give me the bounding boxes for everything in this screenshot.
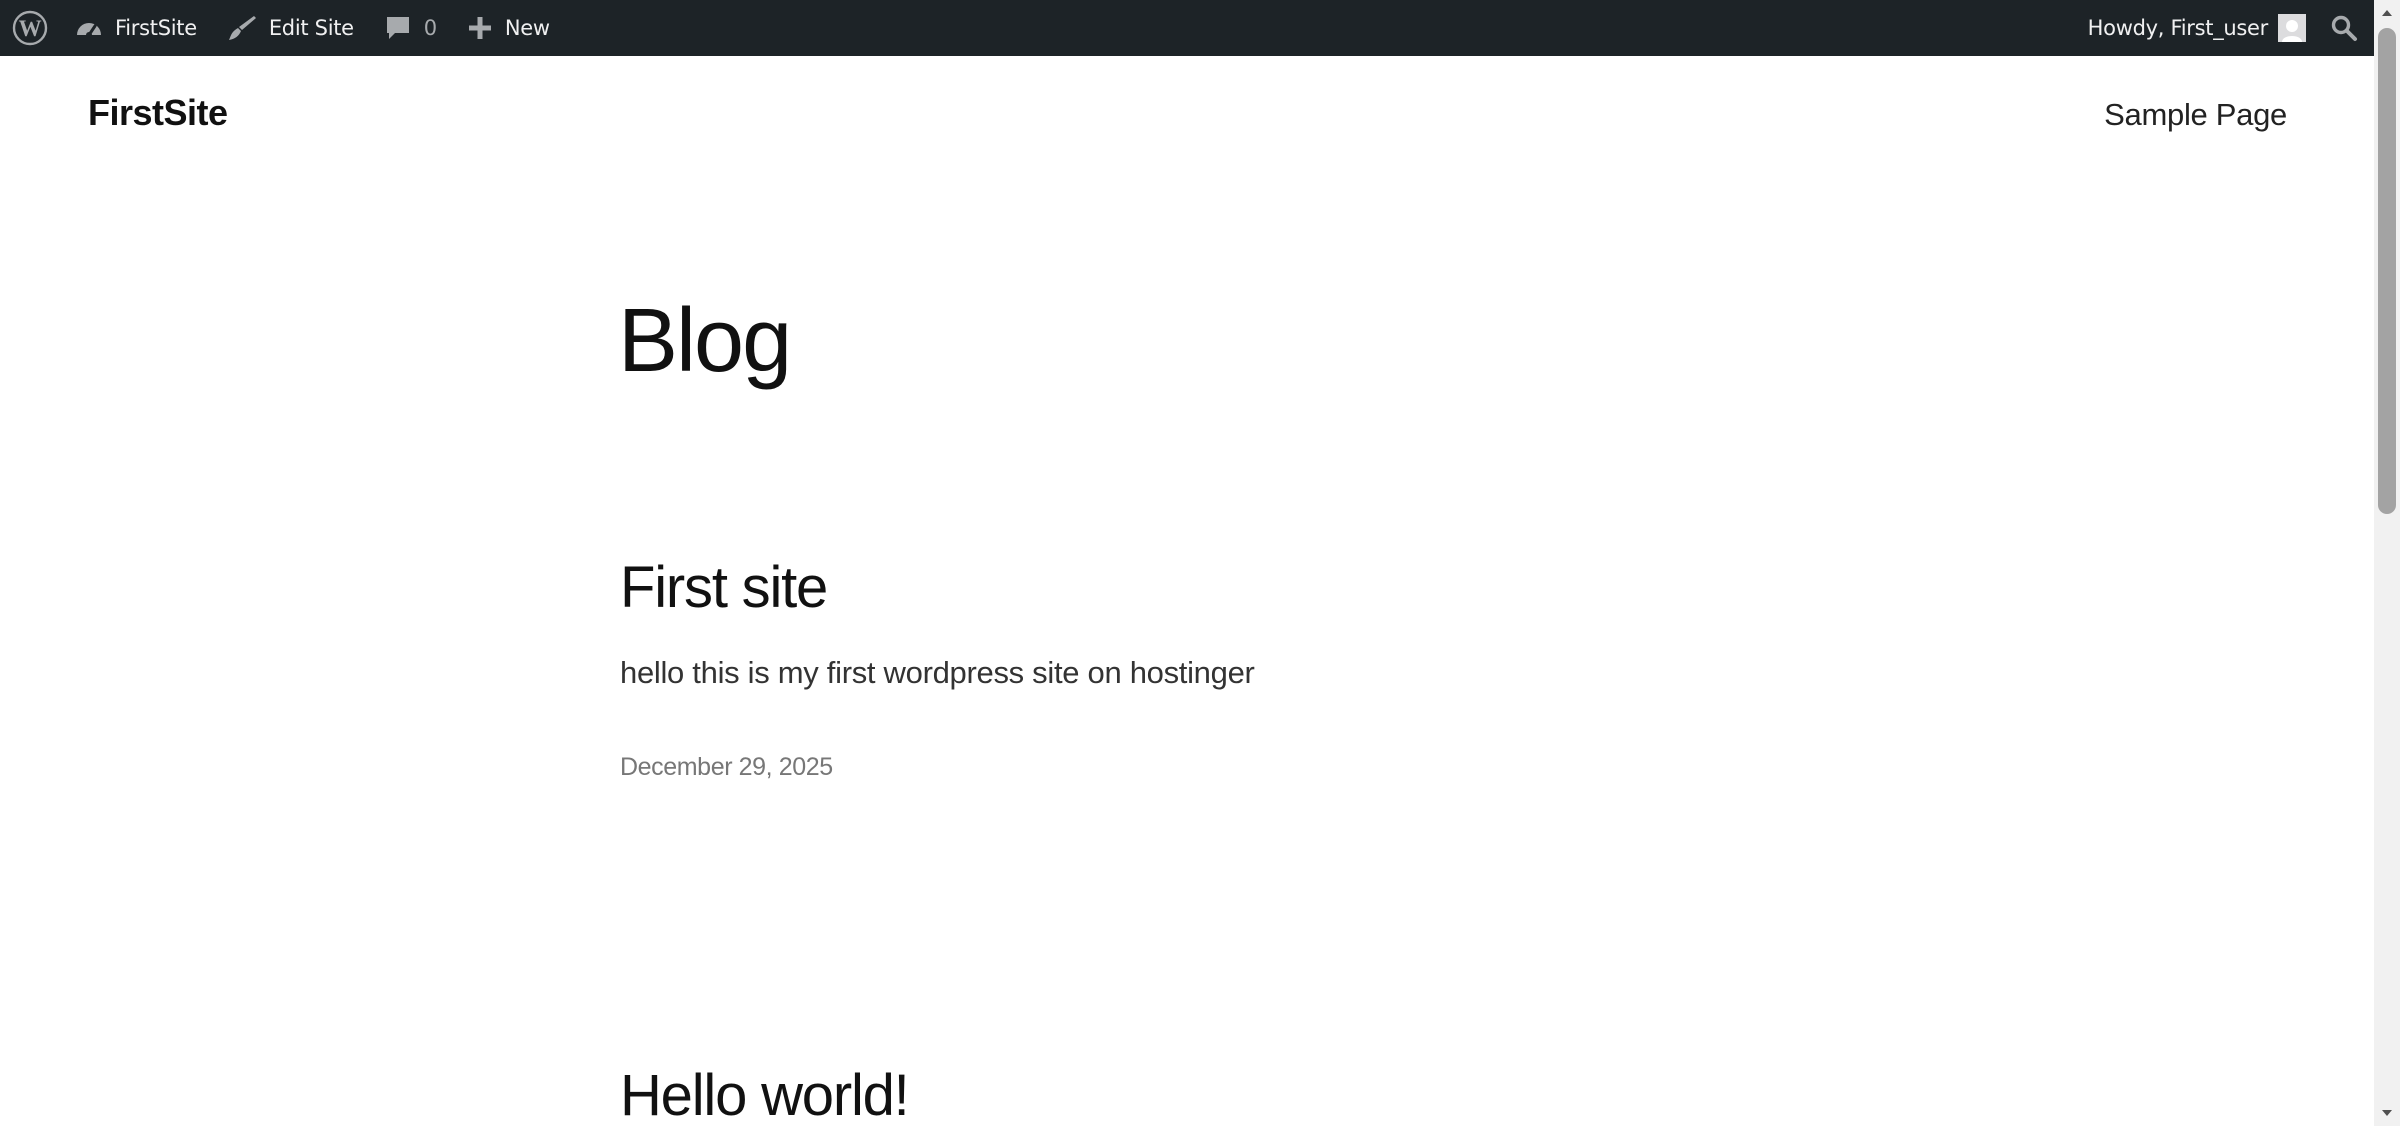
brush-icon <box>227 14 257 42</box>
vertical-scrollbar[interactable] <box>2374 0 2400 1126</box>
site-name-label: FirstSite <box>115 16 197 40</box>
post-excerpt: hello this is my first wordpress site on… <box>620 655 1255 690</box>
admin-bar: W FirstSite Edit Site 0 New Howdy, First… <box>0 0 2400 56</box>
svg-text:W: W <box>19 16 42 41</box>
search-icon <box>2330 14 2358 42</box>
scrollbar-thumb[interactable] <box>2378 28 2396 514</box>
dashboard-icon <box>75 15 103 41</box>
scroll-down-arrow-icon[interactable] <box>2374 1100 2400 1126</box>
greeting-label: Howdy, First_user <box>2087 16 2269 40</box>
new-label: New <box>504 16 550 40</box>
page-title: Blog <box>618 291 792 391</box>
my-account-menu[interactable]: Howdy, First_user <box>2073 0 2318 56</box>
plus-icon <box>467 15 493 41</box>
nav-item-sample-page[interactable]: Sample Page <box>2104 97 2287 133</box>
site-name-menu[interactable]: FirstSite <box>60 0 212 56</box>
comments-count: 0 <box>423 16 437 40</box>
comment-icon <box>384 14 412 42</box>
new-content-menu[interactable]: New <box>452 0 565 56</box>
edit-site-label: Edit Site <box>268 16 354 40</box>
site-title[interactable]: FirstSite <box>88 92 228 134</box>
scroll-up-arrow-icon[interactable] <box>2374 0 2400 26</box>
comments-menu[interactable]: 0 <box>369 0 452 56</box>
wordpress-logo-icon: W <box>12 10 48 46</box>
avatar <box>2278 14 2306 42</box>
post-title[interactable]: First site <box>620 559 828 617</box>
edit-site-button[interactable]: Edit Site <box>212 0 369 56</box>
wordpress-menu[interactable]: W <box>0 0 60 56</box>
post-title[interactable]: Hello world! <box>620 1067 910 1125</box>
post-date[interactable]: December 29, 2025 <box>620 753 833 782</box>
admin-search-button[interactable] <box>2318 0 2374 56</box>
